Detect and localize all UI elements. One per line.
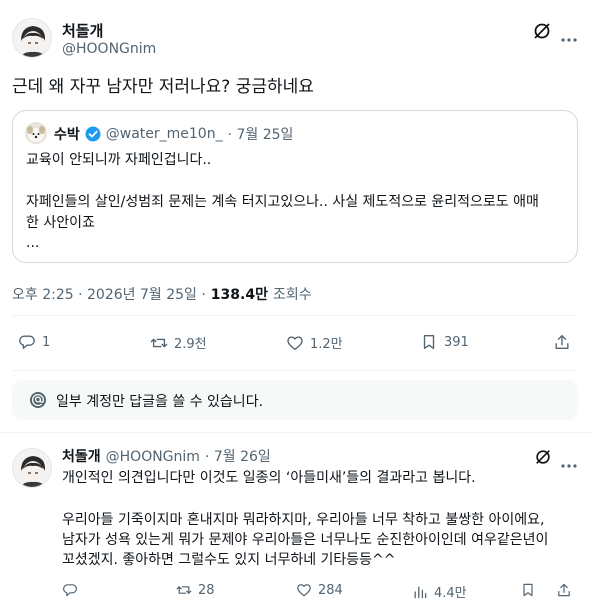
- reply-count: 1: [42, 334, 51, 350]
- reply-author-name[interactable]: 처돌개: [62, 446, 101, 466]
- reply-text-line: 남자가 성욕 있는게 뭐가 문제야 우리아들은 너무나도 순진한아이인데 여우같…: [62, 532, 549, 548]
- tweet-timestamp[interactable]: 오후 2:25 · 2026년 7월 25일 ·: [12, 284, 206, 304]
- views-chart-icon: [412, 584, 428, 600]
- more-options-icon[interactable]: [560, 454, 578, 468]
- reply-author-handle[interactable]: @HOONGnim: [106, 449, 200, 465]
- quote-text-line: 자페인들의 살인/성범죄 문제는 계속 터지고있으나.. 사실 제도적으로 윤리…: [26, 194, 539, 210]
- verified-badge-icon: [85, 126, 101, 142]
- like-count: 1.2만: [310, 337, 343, 352]
- reply-button[interactable]: [62, 582, 78, 598]
- quote-author-handle[interactable]: @water_me10n_: [106, 126, 223, 142]
- share-button[interactable]: [553, 333, 571, 351]
- grok-icon[interactable]: [532, 21, 552, 41]
- share-icon: [556, 582, 572, 598]
- like-button[interactable]: 284: [296, 582, 343, 598]
- reply-icon: [18, 333, 36, 351]
- views-count: 138.4만: [210, 287, 268, 303]
- views-label: 조회수: [272, 287, 312, 303]
- quote-date[interactable]: · 7월 25일: [228, 124, 294, 144]
- reply-text-line: 꼬셨겠지. 좋아하면 그럴수도 있지 너무하네 기타등등^^: [62, 552, 396, 568]
- like-button[interactable]: 1.2만: [286, 333, 343, 352]
- reply-text-line: 우리아들 기죽이지마 혼내지마 뭐라하지마, 우리아들 너무 착하고 불쌍한 아…: [62, 512, 545, 528]
- author-avatar[interactable]: [12, 18, 52, 58]
- quote-author-name[interactable]: 수박: [54, 124, 80, 144]
- quote-author-avatar[interactable]: [25, 122, 47, 144]
- reply-button[interactable]: 1: [18, 333, 50, 351]
- retweet-button[interactable]: 2.9천: [150, 333, 207, 352]
- grok-icon[interactable]: [534, 448, 552, 466]
- divider: [0, 432, 592, 433]
- like-count: 284: [318, 582, 343, 598]
- author-handle[interactable]: @HOONGnim: [62, 41, 156, 57]
- tweet-text: 근데 왜 자꾸 남자만 저러나요? 궁금하네요: [12, 77, 314, 97]
- reply-date[interactable]: · 7월 26일: [205, 446, 271, 466]
- bookmark-button[interactable]: 391: [420, 333, 469, 351]
- views-button[interactable]: 4.4만: [412, 582, 467, 601]
- bookmark-count: 391: [444, 334, 469, 350]
- more-options-icon[interactable]: [560, 28, 578, 42]
- bookmark-icon: [420, 333, 438, 351]
- reply-author-avatar[interactable]: [12, 448, 52, 488]
- divider: [12, 315, 578, 316]
- share-icon: [553, 333, 571, 351]
- retweet-button[interactable]: 28: [176, 582, 215, 598]
- bookmark-icon: [520, 582, 536, 598]
- heart-icon: [296, 582, 312, 598]
- retweet-icon: [150, 334, 168, 352]
- quote-text-ellipsis: ...: [26, 235, 40, 251]
- retweet-icon: [176, 582, 192, 598]
- notice-text: 일부 계정만 답글을 쓸 수 있습니다.: [56, 394, 264, 410]
- quote-text-line: 교육이 안되니까 자페인겁니다..: [26, 152, 212, 168]
- heart-icon: [286, 334, 304, 352]
- retweet-count: 2.9천: [174, 337, 207, 352]
- reply-text-line: 개인적인 의견입니다만 이것도 일종의 ‘아들미새’들의 결과라고 봅니다.: [62, 470, 476, 486]
- bookmark-button[interactable]: [520, 582, 536, 598]
- reply-icon: [62, 582, 78, 598]
- quote-text-line: 한 사안이죠: [26, 215, 95, 231]
- share-button[interactable]: [556, 582, 572, 598]
- views-count: 4.4만: [434, 586, 467, 601]
- author-name[interactable]: 처돌개: [62, 20, 103, 41]
- at-sign-icon: [28, 390, 48, 410]
- divider: [12, 370, 578, 371]
- retweet-count: 28: [198, 582, 215, 598]
